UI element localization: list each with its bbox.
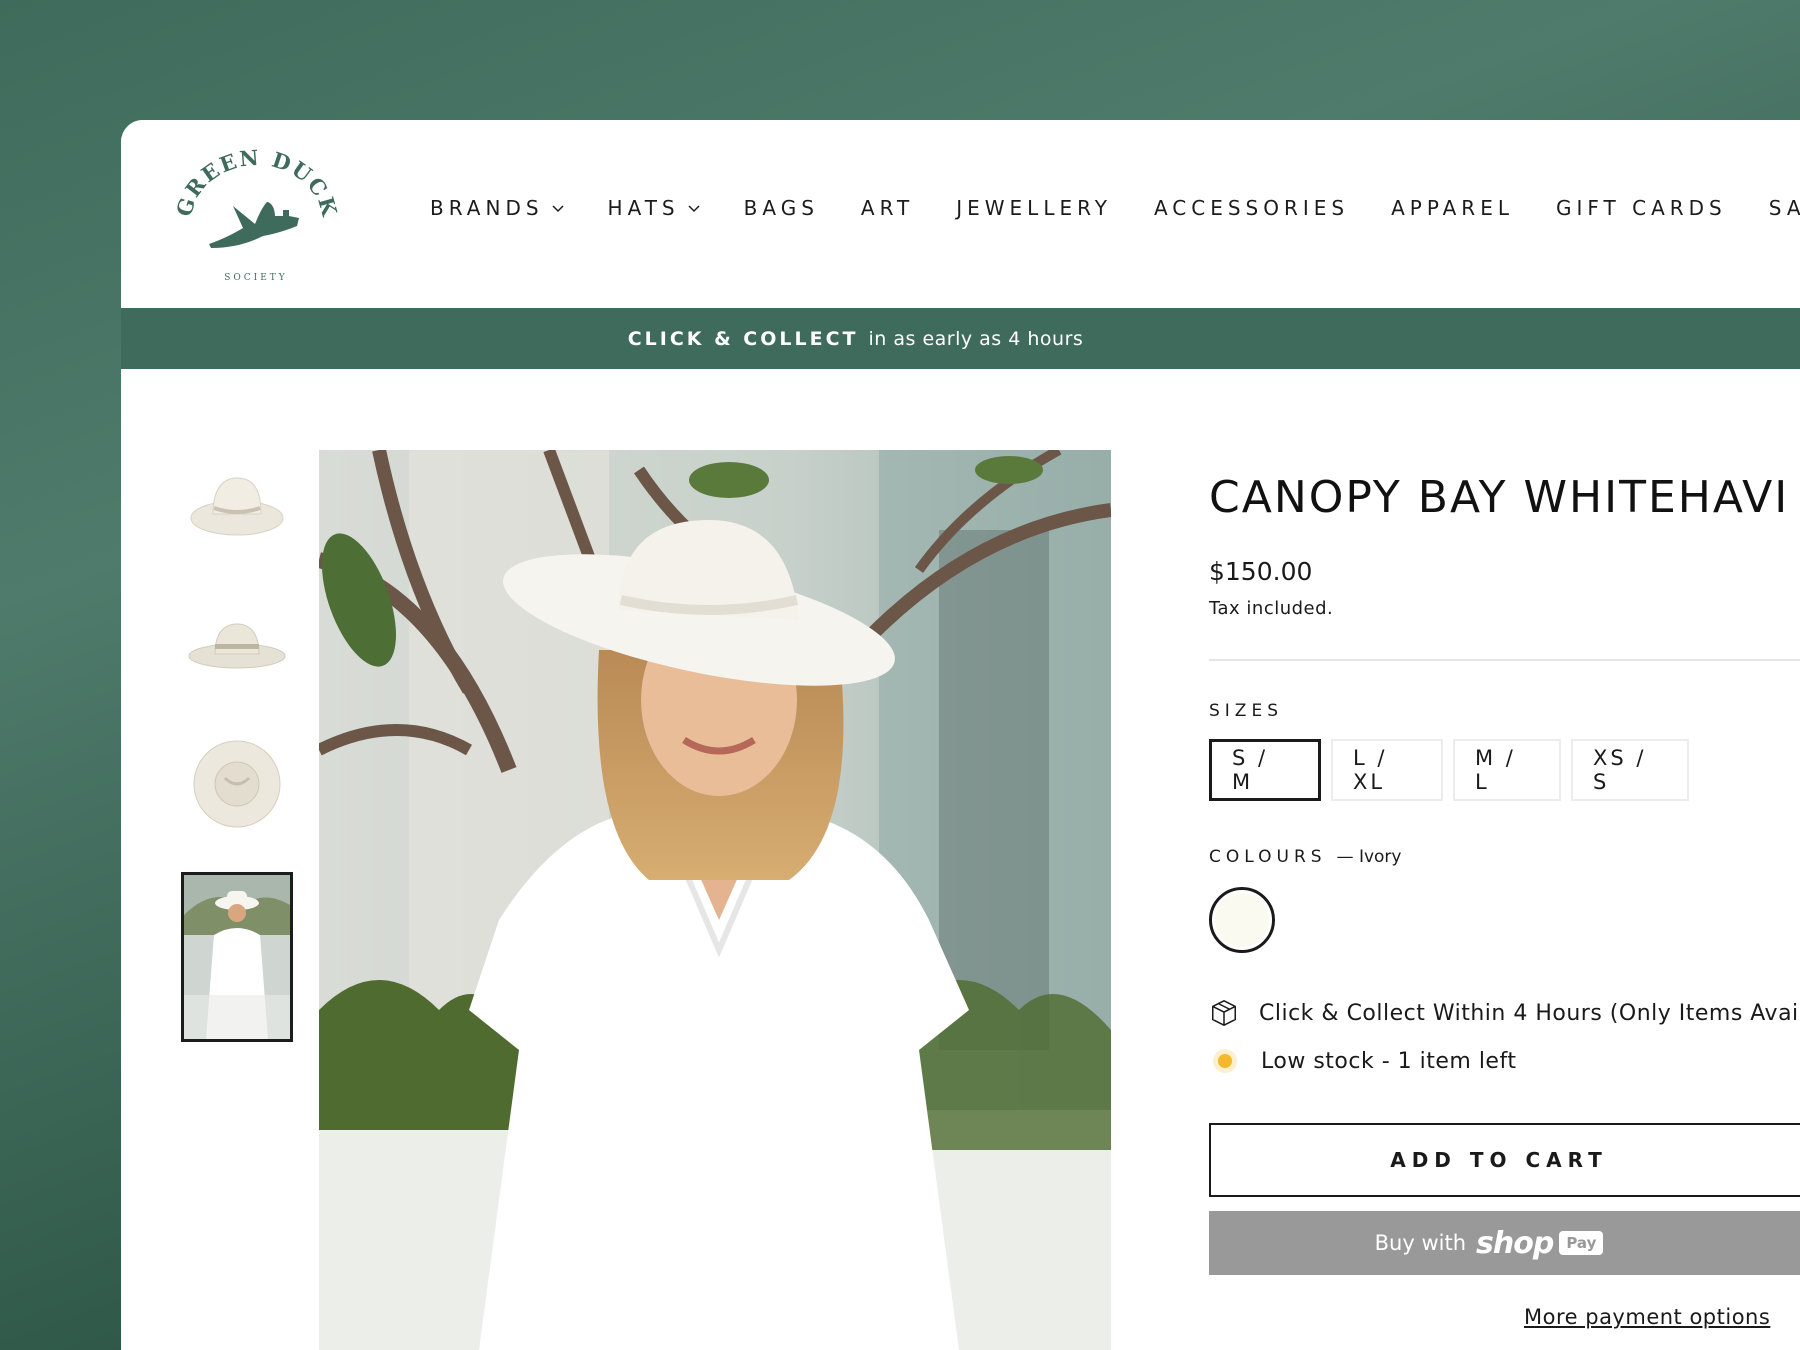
selected-colour: — Ivory [1336,847,1402,867]
nav-label: HATS [607,196,680,220]
nav-label: BAGS [743,196,819,220]
nav-art[interactable]: ART [861,196,914,220]
more-payment-options-link[interactable]: More payment options [1524,1305,1800,1329]
stock-text: Low stock - 1 item left [1261,1048,1517,1074]
announcement-banner[interactable]: CLICK & COLLECT in as early as 4 hours [121,308,1800,369]
product-thumbnail-2[interactable] [181,588,293,700]
nav-jewellery[interactable]: JEWELLERY [956,196,1112,220]
sizes-label-text: SIZES [1209,701,1283,721]
size-option-s-m[interactable]: S / M [1209,739,1321,801]
size-option-xs-s[interactable]: XS / S [1571,739,1689,801]
add-to-cart-button[interactable]: ADD TO CART [1209,1123,1800,1197]
banner-bold-text: CLICK & COLLECT [627,327,859,350]
chevron-down-icon [688,205,700,213]
logo-subtext: SOCIETY [224,273,288,283]
shop-pay-button[interactable]: Buy with shop Pay [1209,1211,1800,1275]
colour-swatch-ivory[interactable] [1209,887,1275,953]
shop-logo: shop [1476,1225,1554,1261]
divider [1209,659,1800,661]
pay-badge: Pay [1559,1231,1604,1255]
size-option-m-l[interactable]: M / L [1453,739,1561,801]
nav-label: APPAREL [1391,196,1514,220]
svg-text:GREEN DUCK: GREEN DUCK [171,148,341,220]
browser-window: GREEN DUCK SOCIETY BRANDS HATS BAGS ART … [121,120,1800,1350]
nav-label: SAL [1768,196,1800,220]
product-main-image[interactable] [319,450,1111,1350]
nav-accessories[interactable]: ACCESSORIES [1154,196,1349,220]
product-thumbnail-4[interactable] [181,872,293,1042]
package-icon [1209,997,1239,1029]
size-option-l-xl[interactable]: L / XL [1331,739,1443,801]
stock-status: Low stock - 1 item left [1209,1045,1800,1077]
model-thumbnail-icon [184,875,290,1039]
hat-thumbnail-icon [190,477,284,536]
click-collect-text: Click & Collect Within 4 Hours (Only Ite… [1259,1000,1800,1026]
size-options: S / M L / XL M / L XS / S [1209,739,1800,801]
hat-thumbnail-icon [188,623,286,669]
product-info: CANOPY BAY WHITEHAVI $150.00 Tax include… [1209,450,1800,1329]
main-nav: BRANDS HATS BAGS ART JEWELLERY ACCESSORI… [430,196,1800,220]
nav-label: JEWELLERY [956,196,1112,220]
nav-label: ART [860,196,915,220]
green-duck-logo-icon: GREEN DUCK SOCIETY [171,145,341,283]
status-dot-icon [1209,1045,1241,1077]
product-price: $150.00 [1209,557,1313,586]
product-thumbnail-3[interactable] [181,726,293,838]
nav-sale[interactable]: SAL [1769,196,1800,220]
nav-apparel[interactable]: APPAREL [1391,196,1514,220]
tax-note: Tax included. [1209,598,1334,619]
sizes-label: SIZES [1209,701,1800,721]
click-collect-note: Click & Collect Within 4 Hours (Only Ite… [1209,997,1800,1029]
product-title: CANOPY BAY WHITEHAVI [1209,472,1790,523]
colours-label-text: COLOURS [1209,847,1327,867]
nav-brands[interactable]: BRANDS [430,196,566,220]
nav-label: BRANDS [430,196,544,220]
site-logo[interactable]: GREEN DUCK SOCIETY [171,145,341,288]
banner-text: in as early as 4 hours [868,327,1084,350]
logo-text: GREEN DUCK [171,145,341,221]
site-header: GREEN DUCK SOCIETY BRANDS HATS BAGS ART … [121,120,1800,308]
buy-with-text: Buy with [1374,1231,1467,1255]
product-photo-icon [319,450,1111,1350]
nav-label: ACCESSORIES [1153,196,1350,220]
product-thumbnail-1[interactable] [181,450,293,562]
chevron-down-icon [552,205,564,213]
nav-label: GIFT CARDS [1555,196,1727,220]
nav-bags[interactable]: BAGS [744,196,819,220]
nav-hats[interactable]: HATS [608,196,702,220]
colours-label: COLOURS — Ivory [1209,847,1800,867]
nav-gift-cards[interactable]: GIFT CARDS [1556,196,1727,220]
hat-thumbnail-icon [193,740,281,828]
colour-options [1209,887,1800,957]
